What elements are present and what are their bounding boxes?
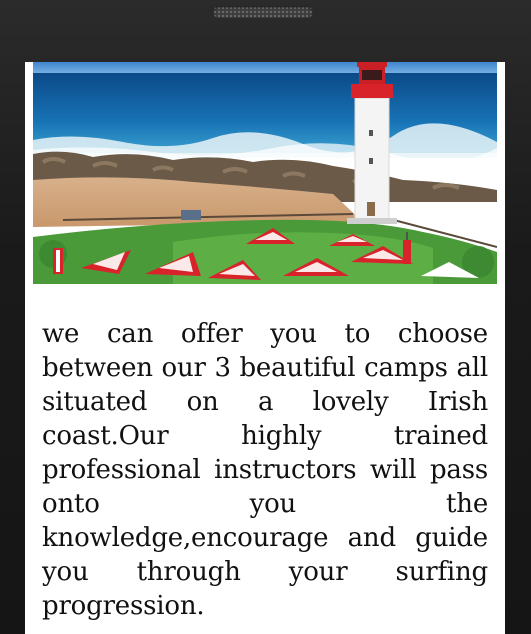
phone-frame: we can offer you to choose between our 3… (0, 0, 531, 634)
screen: we can offer you to choose between our 3… (25, 62, 505, 634)
hero-image (33, 62, 497, 284)
lighthouse-coast-illustration (33, 62, 497, 284)
lighthouse (347, 62, 397, 224)
speaker-grille-icon (213, 6, 313, 18)
intro-paragraph: we can offer you to choose between our 3… (42, 319, 488, 621)
